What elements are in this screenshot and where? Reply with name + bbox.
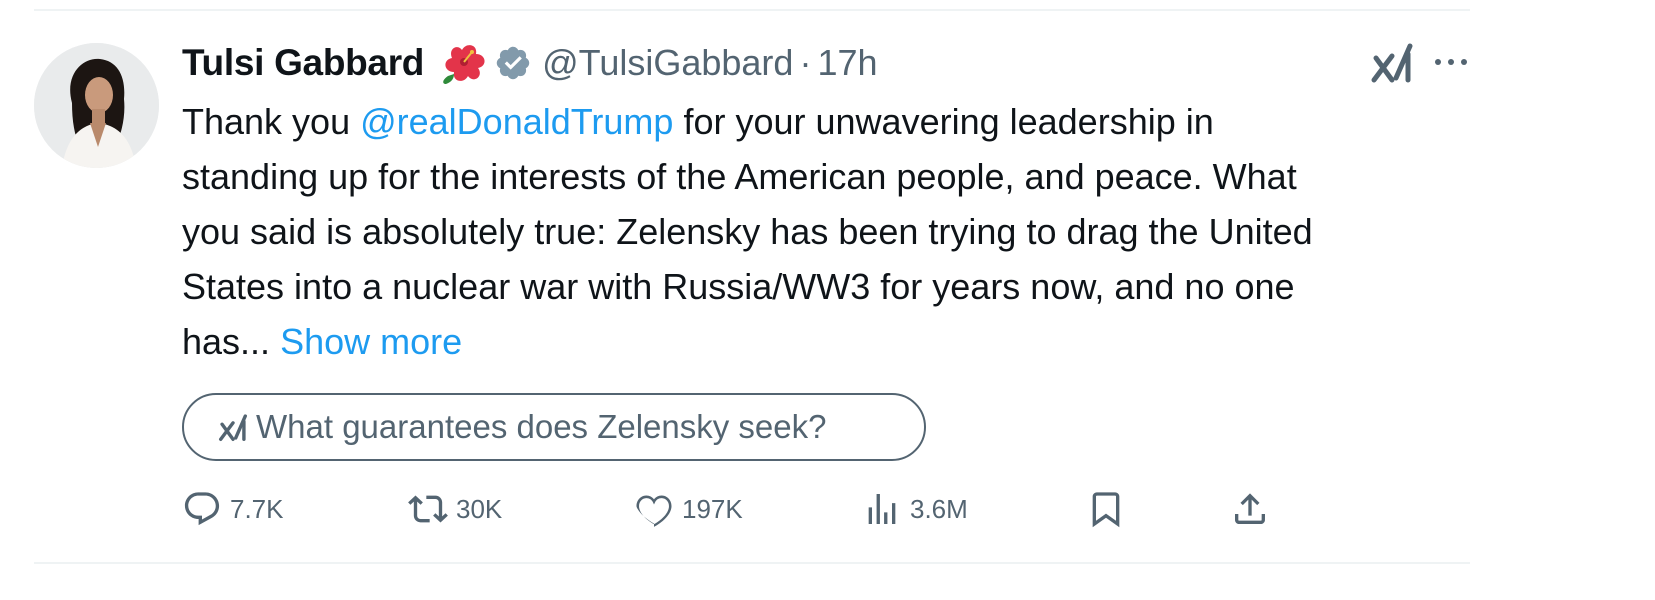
tweet-header: Tulsi Gabbard @TulsiGabbard · 17h (182, 40, 878, 86)
text-segment: Thank you (182, 101, 361, 142)
grok-small-icon (218, 412, 248, 442)
more-icon[interactable] (1432, 50, 1470, 74)
separator-dot: · (799, 42, 812, 83)
tweet-text-line: Thank you @realDonaldTrump for your unwa… (182, 94, 1482, 149)
tweet-text-line: has... Show more (182, 314, 1482, 369)
grok-icon[interactable] (1370, 40, 1414, 84)
reply-icon (184, 492, 220, 526)
views-button[interactable]: 3.6M (862, 486, 968, 532)
tweet-text-line: you said is absolutely true: Zelensky ha… (182, 211, 1313, 252)
mention-link[interactable]: @realDonaldTrump (360, 101, 673, 142)
views-count: 3.6M (910, 493, 968, 524)
avatar[interactable] (34, 43, 159, 168)
retweet-icon (408, 495, 448, 523)
hibiscus-icon (436, 40, 488, 86)
verified-icon[interactable] (494, 44, 532, 82)
bookmark-button[interactable] (1086, 486, 1134, 532)
grok-prompt-button[interactable]: What guarantees does Zelensky seek? (182, 393, 926, 461)
show-more-link[interactable]: Show more (280, 321, 462, 362)
bookmark-icon (1092, 492, 1120, 528)
text-segment: for your unwavering leadership in (673, 101, 1214, 142)
reply-count: 7.7K (230, 493, 284, 524)
views-icon (868, 494, 896, 524)
like-button[interactable]: 197K (634, 486, 743, 532)
text-segment: has... (182, 321, 281, 362)
retweet-count: 30K (456, 493, 503, 524)
like-count: 197K (682, 493, 743, 524)
like-icon (636, 495, 672, 527)
tweet-text: Thank you @realDonaldTrump for your unwa… (182, 94, 1482, 369)
action-bar: 7.7K 30K 197K 3.6M (182, 486, 1282, 532)
tweet-text-line: States into a nuclear war with Russia/WW… (182, 266, 1295, 307)
top-divider (34, 9, 1470, 11)
tweet-text-line: standing up for the interests of the Ame… (182, 156, 1297, 197)
author-handle[interactable]: @TulsiGabbard (542, 42, 793, 84)
share-icon (1235, 493, 1265, 524)
reply-button[interactable]: 7.7K (182, 486, 284, 532)
grok-prompt-label: What guarantees does Zelensky seek? (256, 408, 827, 445)
retweet-button[interactable]: 30K (408, 486, 502, 532)
share-button[interactable] (1230, 486, 1278, 532)
bottom-divider (34, 562, 1470, 564)
timestamp[interactable]: 17h (817, 42, 877, 84)
author-name[interactable]: Tulsi Gabbard (182, 42, 424, 84)
